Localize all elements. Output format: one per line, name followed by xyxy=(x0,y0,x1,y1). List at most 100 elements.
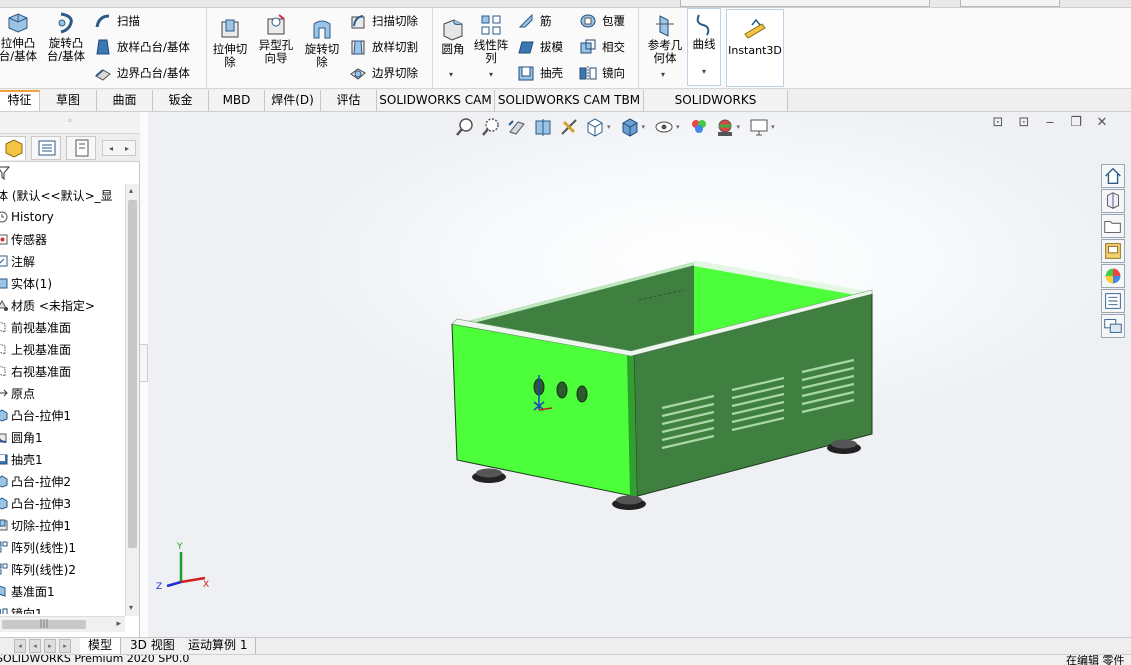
revolve-cut-button[interactable]: 旋转切除 xyxy=(303,14,341,69)
tree-item-annotations[interactable]: 注解 xyxy=(0,250,35,272)
curves-button[interactable]: 曲线 ▾ xyxy=(687,8,721,86)
tab-feature-manager[interactable] xyxy=(0,136,26,160)
view-settings-dropdown[interactable]: ▾ xyxy=(771,123,775,131)
restore-left-icon[interactable]: ⊡ xyxy=(985,114,1011,132)
tree-filter[interactable] xyxy=(0,162,125,184)
tree-item-cut-extrude1[interactable]: 切除-拉伸1 xyxy=(0,514,71,536)
boundary-cut-button[interactable]: 边界切除 xyxy=(349,62,418,84)
tab-evaluate[interactable]: 评估 xyxy=(321,90,377,111)
display-style-button[interactable] xyxy=(619,116,641,138)
rib-button[interactable]: 筋 xyxy=(517,10,552,32)
draft-button[interactable]: 拔模 xyxy=(517,36,563,58)
sweep-button[interactable]: 扫描 xyxy=(94,10,140,32)
mirror-button[interactable]: 镜向 xyxy=(579,62,625,84)
tree-item-linear-pattern2[interactable]: 阵列(线性)2 xyxy=(0,558,76,580)
tree-root[interactable]: 体 (默认<<默认>_显 xyxy=(0,184,113,206)
tree-vertical-scrollbar[interactable]: ▴ ▾ xyxy=(125,184,139,616)
restore-right-icon[interactable]: ⊡ xyxy=(1011,114,1037,132)
curves-dropdown[interactable]: ▾ xyxy=(688,65,720,78)
display-style-dropdown[interactable]: ▾ xyxy=(642,123,646,131)
file-explorer-icon[interactable] xyxy=(1101,214,1125,238)
reference-geometry-button[interactable]: 参考几何体 xyxy=(644,10,686,65)
scroll-right-icon[interactable]: ▸ xyxy=(116,619,121,629)
chevron-left-icon[interactable]: ◂ xyxy=(109,144,113,153)
zoom-to-fit-button[interactable] xyxy=(454,116,476,138)
tree-item-history[interactable]: History xyxy=(0,206,54,228)
edit-appearance-button[interactable] xyxy=(688,116,710,138)
view-orientation-button[interactable] xyxy=(584,116,606,138)
view-orientation-dropdown[interactable]: ▾ xyxy=(607,123,611,131)
tree-item-plane1[interactable]: 基准面1 xyxy=(0,580,55,602)
custom-properties-icon[interactable] xyxy=(1101,289,1125,313)
apply-scene-button[interactable] xyxy=(714,116,736,138)
tab-surfaces[interactable]: 曲面 xyxy=(97,90,153,111)
appearances-scenes-icon[interactable] xyxy=(1101,264,1125,288)
tab-nav-next-icon[interactable]: ▸ xyxy=(44,639,56,653)
section-view-button[interactable] xyxy=(532,116,554,138)
tab-3d-views[interactable]: 3D 视图 xyxy=(122,638,184,654)
manager-tab-scroller[interactable]: ◂ ▸ xyxy=(102,140,136,156)
tab-motion-study[interactable]: 运动算例 1 xyxy=(180,638,257,654)
tab-features[interactable]: 特征 xyxy=(0,90,40,111)
close-icon[interactable]: ✕ xyxy=(1089,114,1115,132)
fillet-dropdown[interactable]: ▾ xyxy=(449,70,453,79)
previous-view-button[interactable] xyxy=(506,116,528,138)
tree-item-sensors[interactable]: 传感器 xyxy=(0,228,47,250)
tab-sheet-metal[interactable]: 钣金 xyxy=(153,90,209,111)
search-box[interactable] xyxy=(960,0,1060,7)
intersect-button[interactable]: 相交 xyxy=(579,36,625,58)
tab-nav-prev-icon[interactable]: ◂ xyxy=(29,639,41,653)
minimize-icon[interactable]: ‒ xyxy=(1037,114,1063,132)
tab-inspection[interactable]: SOLIDWORKS Inspection xyxy=(644,90,788,127)
tree-item-material[interactable]: 材质 <未指定> xyxy=(0,294,95,316)
tree-item-right-plane[interactable]: 右视基准面 xyxy=(0,360,71,382)
tree-item-solid-bodies[interactable]: 实体(1) xyxy=(0,272,52,294)
hole-wizard-button[interactable]: 异型孔向导 xyxy=(257,10,295,65)
tree-item-boss-extrude2[interactable]: 凸台-拉伸2 xyxy=(0,470,71,492)
enclosure-3d-model[interactable] xyxy=(444,252,884,522)
home-icon[interactable] xyxy=(1101,164,1125,188)
panel-splitter[interactable] xyxy=(140,112,148,637)
pattern-dropdown[interactable]: ▾ xyxy=(489,70,493,79)
wrap-button[interactable]: 包覆 xyxy=(579,10,625,32)
maximize-icon[interactable]: ❐ xyxy=(1063,114,1089,132)
tab-sketch[interactable]: 草图 xyxy=(40,90,97,111)
tab-model[interactable]: 模型 xyxy=(80,638,122,654)
tree-item-shell1[interactable]: 抽壳1 xyxy=(0,448,43,470)
tree-item-origin[interactable]: 原点 xyxy=(0,382,35,404)
tab-mbd[interactable]: MBD xyxy=(209,90,265,111)
zoom-to-area-button[interactable] xyxy=(480,116,502,138)
sweep-cut-button[interactable]: 扫描切除 xyxy=(349,10,418,32)
tab-configuration-manager[interactable] xyxy=(66,136,96,160)
chevron-right-icon[interactable]: ▸ xyxy=(125,144,129,153)
tree-item-top-plane[interactable]: 上视基准面 xyxy=(0,338,71,360)
tree-item-boss-extrude1[interactable]: 凸台-拉伸1 xyxy=(0,404,71,426)
scroll-down-icon[interactable]: ▾ xyxy=(129,603,133,612)
tab-cam-tbm[interactable]: SOLIDWORKS CAM TBM xyxy=(495,90,644,111)
tab-nav-first-icon[interactable]: ◂ xyxy=(14,639,26,653)
boundary-boss-button[interactable]: 边界凸台/基体 xyxy=(94,62,190,84)
panel-grip[interactable]: ◦ xyxy=(0,112,140,134)
fillet-button[interactable]: 圆角 xyxy=(435,14,471,56)
revolve-boss-button[interactable]: 旋转凸台/基体 xyxy=(44,8,88,63)
tree-item-mirror1[interactable]: 镜向1 xyxy=(0,602,43,614)
hide-show-items-button[interactable] xyxy=(653,116,675,138)
tree-item-fillet1[interactable]: 圆角1 xyxy=(0,426,43,448)
tab-property-manager[interactable] xyxy=(31,136,61,160)
design-library-icon[interactable] xyxy=(1101,189,1125,213)
tree-horizontal-scrollbar[interactable]: ||| ▸ xyxy=(0,616,125,632)
loft-cut-button[interactable]: 放样切割 xyxy=(349,36,418,58)
view-settings-button[interactable] xyxy=(748,116,770,138)
tab-cam[interactable]: SOLIDWORKS CAM xyxy=(377,90,495,111)
forum-icon[interactable] xyxy=(1101,314,1125,338)
extrude-boss-button[interactable]: 拉伸凸台/基体 xyxy=(0,8,40,63)
tree-item-front-plane[interactable]: 前视基准面 xyxy=(0,316,71,338)
collapse-handle[interactable] xyxy=(140,344,148,382)
dynamic-annotation-button[interactable] xyxy=(558,116,580,138)
scroll-up-icon[interactable]: ▴ xyxy=(129,186,133,195)
ref-geometry-dropdown[interactable]: ▾ xyxy=(661,70,665,79)
filter-icon[interactable] xyxy=(0,165,11,181)
hide-show-dropdown[interactable]: ▾ xyxy=(676,123,680,131)
linear-pattern-button[interactable]: 线性阵列 xyxy=(471,10,511,65)
graphics-area[interactable]: ▾ ▾ ▾ ▾ ▾ ⊡ ⊡ ‒ ❐ ✕ Y X Z xyxy=(148,112,1131,637)
